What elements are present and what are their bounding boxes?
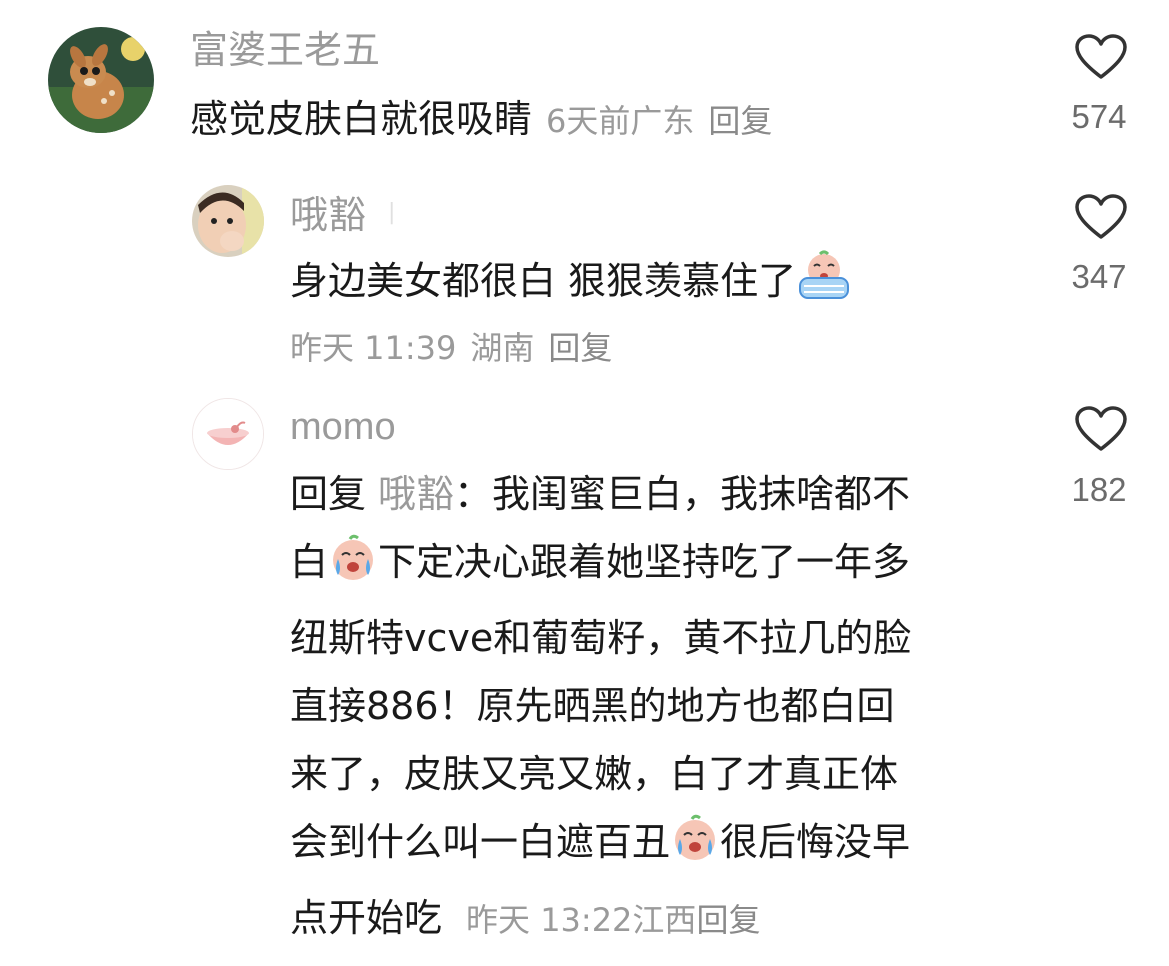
avatar[interactable] bbox=[192, 398, 264, 470]
divider-mark: | bbox=[388, 200, 396, 225]
heart-outline-icon bbox=[1075, 34, 1127, 79]
reply-button[interactable]: 回复 bbox=[548, 329, 612, 367]
crying-face-emoji bbox=[670, 813, 720, 884]
reply-text-line: 身边美女都很白 狠狠羡慕住了 bbox=[290, 247, 852, 323]
like-count: 347 bbox=[1071, 258, 1127, 295]
reply-line: 纽斯特vcve和葡萄籽，黄不拉几的脸 bbox=[290, 616, 912, 660]
crying-face-emoji bbox=[328, 533, 378, 604]
baby-avatar-icon bbox=[192, 185, 264, 257]
reply-button[interactable]: 回复 bbox=[696, 901, 760, 939]
comment-location: 广东 bbox=[630, 102, 695, 140]
mention-user[interactable]: 哦豁 bbox=[378, 472, 454, 516]
reply-username[interactable]: 哦豁 bbox=[290, 192, 366, 238]
like-button[interactable] bbox=[1074, 33, 1128, 85]
avatar[interactable] bbox=[192, 185, 264, 257]
deer-avatar-icon bbox=[48, 27, 154, 133]
comment-text: 感觉皮肤白就很吸睛 bbox=[190, 97, 533, 141]
reply-text: 我闺蜜巨白，我抹啥都不 bbox=[492, 472, 911, 516]
reply-line: 来了，皮肤又亮又嫩，白了才真正体 bbox=[290, 752, 899, 796]
reply-text: 会到什么叫一白遮百丑 bbox=[290, 820, 671, 864]
reply-text: 白 bbox=[290, 540, 329, 584]
reply-location: 湖南 bbox=[470, 329, 535, 367]
comment-text-line: 感觉皮肤白就很吸睛 6天前广东 回复 bbox=[190, 85, 772, 155]
avatar[interactable] bbox=[48, 27, 154, 133]
reply-text: 很后悔没早 bbox=[720, 820, 911, 864]
reply-username[interactable]: momo bbox=[290, 404, 396, 450]
reply-text: 身边美女都很白 狠狠羡慕住了 bbox=[290, 259, 797, 303]
reply-text-block: 回复 哦豁：我闺蜜巨白，我抹啥都不 白 下定决心跟着她坚持吃了一年多 纽斯特vcv… bbox=[290, 460, 1010, 954]
heart-outline-icon bbox=[1075, 406, 1127, 451]
like-button[interactable] bbox=[1074, 193, 1128, 245]
reply-location: 江西 bbox=[632, 901, 697, 939]
reply-text: 点开始吃 bbox=[290, 896, 443, 940]
reply-line: 会到什么叫一白遮百丑 很后悔没早 bbox=[290, 808, 1010, 884]
mention-colon: ： bbox=[454, 472, 493, 516]
reply-meta-line: 昨天 11:39 湖南 回复 bbox=[290, 328, 612, 368]
like-count: 574 bbox=[1071, 98, 1127, 135]
reply-prefix: 回复 bbox=[290, 472, 367, 516]
crying-tub-emoji bbox=[796, 250, 852, 323]
heart-outline-icon bbox=[1075, 194, 1127, 239]
reply-text: 下定决心跟着她坚持吃了一年多 bbox=[378, 540, 911, 584]
like-button[interactable] bbox=[1074, 405, 1128, 457]
reply-line: 回复 哦豁：我闺蜜巨白，我抹啥都不 bbox=[290, 460, 1010, 528]
bowl-avatar-icon bbox=[193, 399, 263, 469]
reply-time: 昨天 11:39 bbox=[290, 329, 457, 367]
reply-time: 昨天 13:22 bbox=[466, 901, 633, 939]
comment-username[interactable]: 富婆王老五 bbox=[190, 27, 380, 73]
reply-line: 白 下定决心跟着她坚持吃了一年多 bbox=[290, 528, 1010, 604]
reply-line: 直接886！原先晒黑的地方也都白回 bbox=[290, 684, 895, 728]
like-count: 182 bbox=[1071, 471, 1127, 508]
reply-line: 点开始吃 昨天 13:22江西回复 bbox=[290, 884, 1010, 954]
reply-button[interactable]: 回复 bbox=[708, 102, 772, 140]
comment-time: 6天前 bbox=[546, 102, 631, 140]
